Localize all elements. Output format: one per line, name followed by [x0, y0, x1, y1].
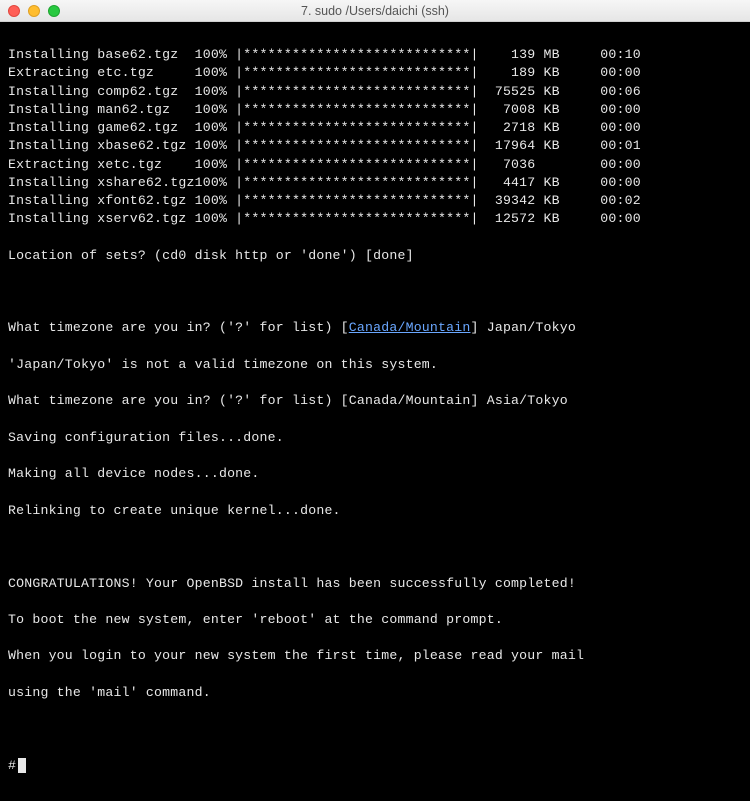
relink-line: Relinking to create unique kernel...done… — [8, 502, 742, 520]
congrats-line: CONGRATULATIONS! Your OpenBSD install ha… — [8, 575, 742, 593]
mail-line: using the 'mail' command. — [8, 684, 742, 702]
install-row: Installing xfont62.tgz 100% |***********… — [8, 192, 742, 210]
boot-line: To boot the new system, enter 'reboot' a… — [8, 611, 742, 629]
nodes-line: Making all device nodes...done. — [8, 465, 742, 483]
install-row: Extracting xetc.tgz 100% |**************… — [8, 156, 742, 174]
install-rows: Installing base62.tgz 100% |************… — [8, 46, 742, 228]
location-prompt: Location of sets? (cd0 disk http or 'don… — [8, 247, 742, 265]
saving-line: Saving configuration files...done. — [8, 429, 742, 447]
blank-line — [8, 538, 742, 556]
tz-error: 'Japan/Tokyo' is not a valid timezone on… — [8, 356, 742, 374]
install-row: Installing comp62.tgz 100% |************… — [8, 83, 742, 101]
install-row: Installing game62.tgz 100% |************… — [8, 119, 742, 137]
blank-line — [8, 720, 742, 738]
install-row: Installing xserv62.tgz 100% |***********… — [8, 210, 742, 228]
install-row: Installing base62.tgz 100% |************… — [8, 46, 742, 64]
window-title: 7. sudo /Users/daichi (ssh) — [0, 4, 750, 18]
tz-prompt-1: What timezone are you in? ('?' for list)… — [8, 319, 742, 337]
terminal-output[interactable]: Installing base62.tgz 100% |************… — [0, 22, 750, 801]
install-row: Installing xshare62.tgz100% |***********… — [8, 174, 742, 192]
install-row: Extracting etc.tgz 100% |***************… — [8, 64, 742, 82]
install-row: Installing xbase62.tgz 100% |***********… — [8, 137, 742, 155]
login-line: When you login to your new system the fi… — [8, 647, 742, 665]
tz-link: Canada/Mountain — [349, 320, 471, 335]
tz-prompt-2: What timezone are you in? ('?' for list)… — [8, 392, 742, 410]
install-row: Installing man62.tgz 100% |*************… — [8, 101, 742, 119]
cursor — [18, 758, 26, 773]
shell-prompt[interactable]: # — [8, 757, 742, 775]
blank-line — [8, 283, 742, 301]
window-titlebar: 7. sudo /Users/daichi (ssh) — [0, 0, 750, 22]
